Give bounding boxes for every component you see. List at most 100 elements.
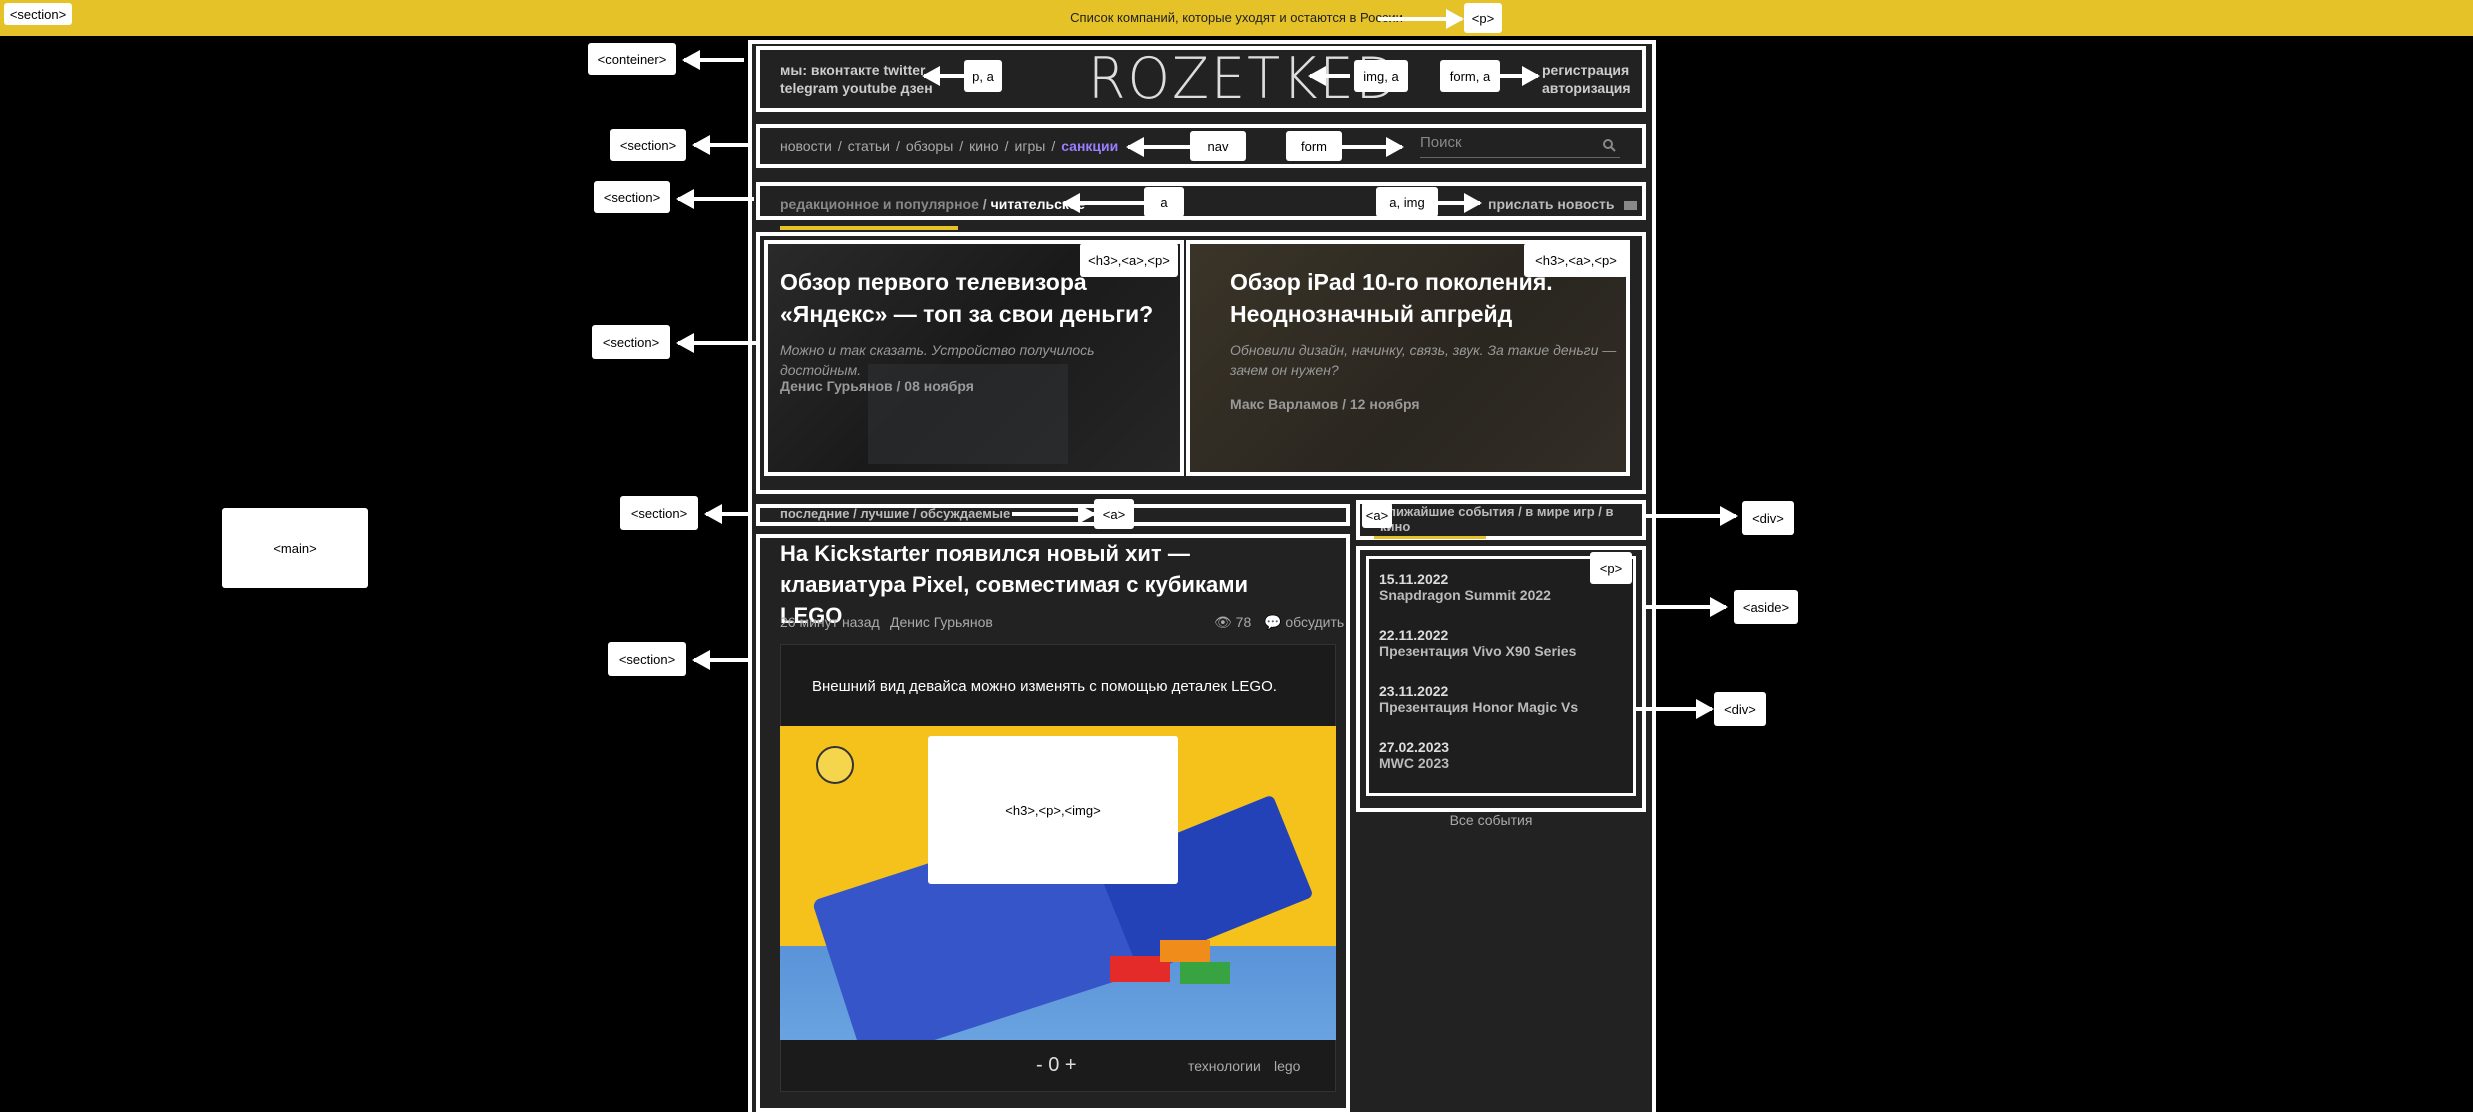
article-lead: Внешний вид девайса можно изменять с пом…	[812, 678, 1277, 695]
annotation-main: <main>	[222, 508, 368, 588]
nav-item-news[interactable]: новости	[780, 138, 832, 158]
annotation-arrow	[1126, 137, 1190, 157]
article-author[interactable]: Денис Гурьянов	[890, 614, 993, 630]
active-tab-underline	[780, 226, 958, 230]
annotation-a-tabs: a	[1144, 187, 1184, 217]
annotation-section-cards: <section>	[592, 325, 670, 359]
send-news-label: прислать новость	[1488, 196, 1615, 212]
eye-icon: 👁	[1214, 614, 1232, 630]
annotation-aside: <aside>	[1734, 590, 1798, 624]
annotation-arrow	[1646, 597, 1728, 617]
annotation-arrow	[1012, 504, 1096, 524]
event-date: 23.11.2022	[1379, 683, 1449, 699]
nav-item-sanctions[interactable]: санкции	[1061, 138, 1118, 158]
card-description: Обновили дизайн, начинку, связь, звук. З…	[1230, 342, 1617, 378]
social-links-line2[interactable]: telegram youtube дзен	[780, 79, 980, 97]
annotation-arrow	[676, 189, 754, 209]
annotation-h3-p-img: <h3>,<p>,<img>	[928, 736, 1178, 884]
nav-separator: /	[1051, 138, 1056, 154]
lego-brick-green	[1180, 962, 1230, 984]
event-item[interactable]: 23.11.2022 Презентация Honor Magic Vs	[1379, 683, 1578, 715]
search-placeholder: Поиск	[1420, 134, 1462, 151]
annotation-img-a: img, a	[1354, 60, 1408, 92]
annotation-section-article: <section>	[608, 642, 686, 676]
card-meta: Макс Варламов / 12 ноября	[1230, 396, 1420, 412]
annotation-nav: nav	[1190, 131, 1246, 161]
annotation-p-a: p, a	[964, 60, 1002, 92]
events-tab-underline	[1374, 536, 1486, 539]
annotation-arrow	[1378, 9, 1464, 29]
events-list: 15.11.2022 Snapdragon Summit 2022 22.11.…	[1366, 556, 1636, 796]
social-links[interactable]: мы: вконтакте twitter telegram youtube д…	[780, 61, 980, 97]
event-name[interactable]: MWC 2023	[1379, 755, 1449, 771]
annotation-form-a: form, a	[1440, 60, 1500, 92]
annotation-arrow	[1634, 699, 1714, 719]
all-events-link[interactable]: Все события	[1356, 812, 1626, 828]
annotation-a-feed-tabs: <a>	[1094, 499, 1134, 529]
nav-item-games[interactable]: игры	[1015, 138, 1046, 158]
annotation-arrow	[692, 650, 752, 670]
annotation-card1-tags: <h3>,<a>,<p>	[1080, 243, 1178, 277]
event-date: 15.11.2022	[1379, 571, 1449, 587]
annotation-arrow	[922, 66, 964, 86]
annotation-form: form	[1286, 131, 1342, 161]
annotation-container: <conteiner>	[588, 43, 676, 75]
event-date: 27.02.2023	[1379, 739, 1450, 755]
annotation-a-img: a, img	[1376, 187, 1438, 217]
vote-counter[interactable]: - 0 +	[1036, 1054, 1077, 1077]
tag-technologies[interactable]: технологии	[1188, 1058, 1261, 1074]
lego-brick-orange	[1160, 940, 1210, 962]
discuss-link[interactable]: 💬 обсудить	[1264, 614, 1344, 631]
nav-separator: /	[895, 138, 900, 154]
views-count: 👁 78	[1214, 614, 1252, 630]
annotation-arrow	[676, 333, 758, 353]
event-item[interactable]: 15.11.2022 Snapdragon Summit 2022	[1379, 571, 1551, 603]
annotation-arrow	[1500, 66, 1540, 86]
tag-lego[interactable]: lego	[1274, 1058, 1300, 1074]
annotation-arrow	[1308, 66, 1350, 86]
nav-item-cinema[interactable]: кино	[969, 138, 998, 158]
register-link[interactable]: регистрация	[1542, 61, 1632, 79]
event-name[interactable]: Презентация Vivo X90 Series	[1379, 643, 1576, 659]
event-item[interactable]: 27.02.2023 MWC 2023	[1379, 739, 1449, 771]
annotation-section-nav: <section>	[610, 129, 686, 161]
event-name[interactable]: Презентация Honor Magic Vs	[1379, 699, 1578, 715]
annotation-p-events: <p>	[1590, 552, 1632, 584]
annotation-arrow	[682, 50, 744, 70]
nav-item-reviews[interactable]: обзоры	[906, 138, 953, 158]
bee-icon	[816, 746, 854, 784]
main-nav: новости / статьи / обзоры / кино / игры / сан…	[780, 138, 1160, 158]
annotation-section-top: <section>	[4, 3, 72, 25]
top-banner-link[interactable]: Список компаний, которые уходят и остают…	[0, 0, 2473, 36]
send-news-link[interactable]: прислать новость	[1488, 196, 1638, 212]
site-logo[interactable]: ROZETKED	[1088, 44, 1397, 113]
card-meta: Денис Гурьянов / 08 ноября	[780, 378, 974, 394]
annotation-arrow	[692, 135, 752, 155]
annotation-section-feed-tabs: <section>	[620, 496, 698, 530]
annotation-section-tabs: <section>	[594, 181, 670, 213]
comment-icon: 💬	[1264, 614, 1282, 630]
login-link[interactable]: авторизация	[1542, 79, 1632, 97]
annotation-a-events-tabs: <a>	[1362, 502, 1392, 528]
annotation-arrow	[1342, 137, 1404, 157]
annotation-arrow	[1438, 193, 1482, 213]
article-time: 26 минут назад	[780, 614, 880, 630]
annotation-arrow	[1646, 506, 1738, 526]
event-item[interactable]: 22.11.2022 Презентация Vivo X90 Series	[1379, 627, 1576, 659]
annotation-card2-tags: <h3>,<a>,<p>	[1524, 243, 1628, 277]
search-input[interactable]: Поиск	[1420, 134, 1620, 158]
search-icon[interactable]	[1602, 138, 1616, 152]
annotation-div-events: <div>	[1714, 692, 1766, 726]
event-name[interactable]: Snapdragon Summit 2022	[1379, 587, 1551, 603]
nav-separator: /	[959, 138, 964, 154]
annotation-div-events-tabs: <div>	[1742, 501, 1794, 535]
annotation-p-top: <p>	[1464, 3, 1502, 33]
tab-separator: /	[982, 196, 987, 212]
nav-separator: /	[837, 138, 842, 154]
auth-links[interactable]: регистрация авторизация	[1542, 61, 1632, 97]
event-date: 22.11.2022	[1379, 627, 1449, 643]
nav-separator: /	[1004, 138, 1009, 154]
tab-editorial[interactable]: редакционное и популярное	[780, 196, 979, 212]
events-category-tabs[interactable]: ближайшие события / в мире игр / в кино	[1380, 504, 1640, 534]
nav-item-articles[interactable]: статьи	[848, 138, 890, 158]
